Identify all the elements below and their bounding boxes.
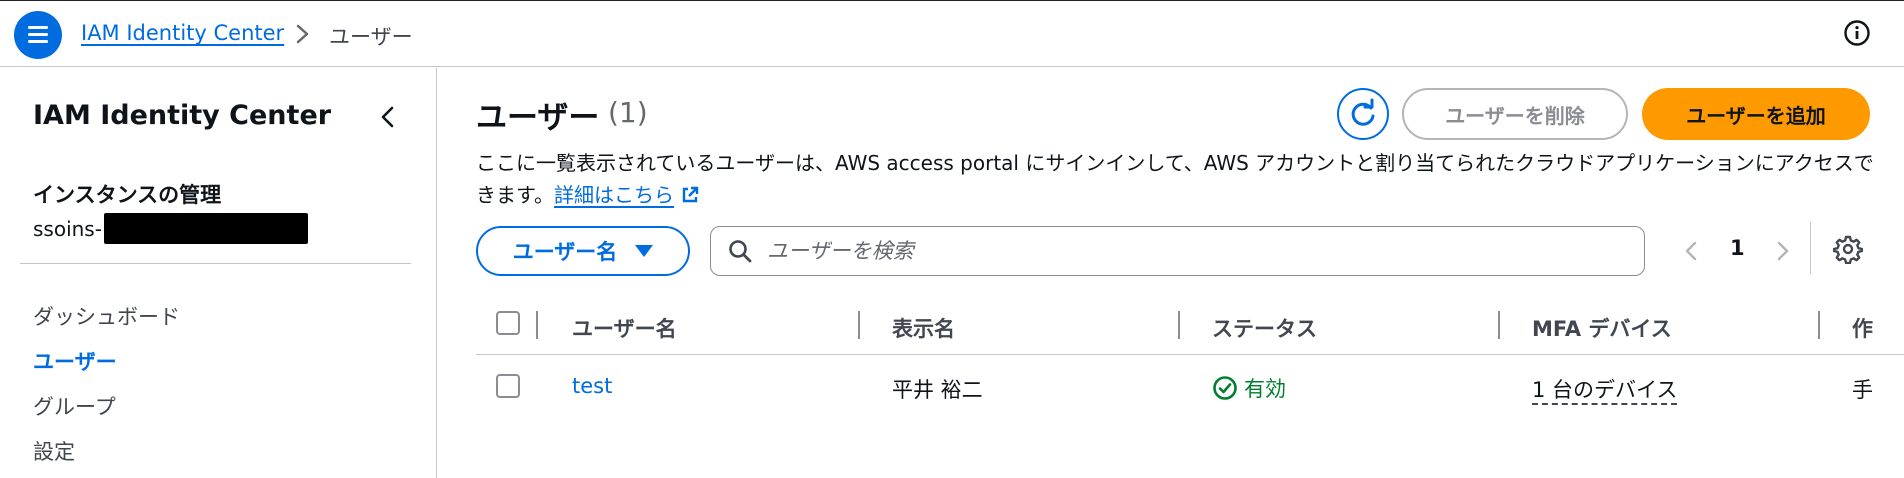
username-link[interactable]: test — [572, 374, 612, 398]
column-resizer[interactable] — [1178, 311, 1180, 339]
column-header-mfa-devices[interactable]: MFA デバイス — [1532, 313, 1672, 343]
refresh-button[interactable] — [1337, 88, 1389, 140]
sidebar-item-settings[interactable]: 設定 — [33, 436, 75, 466]
column-resizer[interactable] — [1818, 311, 1820, 339]
learn-more-link[interactable]: 詳細はこちら — [554, 183, 674, 207]
sidebar-title: IAM Identity Center — [33, 100, 332, 131]
breadcrumb-current: ユーザー — [329, 25, 413, 49]
display-name: 平井 裕二 — [892, 378, 983, 402]
refresh-icon — [1351, 98, 1375, 126]
menu-button[interactable] — [14, 11, 62, 59]
chevron-right-icon — [296, 24, 309, 44]
sidebar-item-groups[interactable]: グループ — [33, 391, 116, 421]
status-text: 有効 — [1244, 377, 1286, 401]
mfa-devices-link[interactable]: 1 台のデバイス — [1532, 378, 1678, 405]
status-badge: 有効 — [1212, 373, 1286, 403]
breadcrumb-iam-identity-center[interactable]: IAM Identity Center — [81, 21, 284, 45]
instance-id-prefix: ssoins- — [33, 216, 102, 241]
created-by: 手 — [1852, 378, 1873, 402]
table-header: ユーザー名 表示名 ステータス MFA デバイス 作 — [476, 305, 1904, 355]
table-row: test 平井 裕二 有効 1 台のデバイス 手 — [476, 356, 1904, 416]
column-header-created[interactable]: 作 — [1852, 313, 1873, 343]
sidebar: IAM Identity Center インスタンスの管理 ssoins- ダッ… — [0, 68, 437, 478]
search-icon — [729, 240, 752, 263]
page-title: ユーザー — [476, 100, 600, 136]
top-navigation-bar: IAM Identity Center ユーザー — [0, 0, 1904, 67]
chevron-left-icon[interactable] — [375, 102, 401, 132]
sidebar-item-dashboard[interactable]: ダッシュボード — [33, 301, 180, 331]
caret-down-icon — [635, 245, 654, 257]
page-description: ここに一覧表示されているユーザーは、AWS access portal にサイン… — [476, 147, 1876, 211]
pager-divider — [1810, 222, 1811, 274]
instance-heading: インスタンスの管理 — [33, 183, 222, 207]
user-count: (1) — [608, 96, 648, 129]
next-page-icon[interactable] — [1772, 236, 1794, 266]
redacted-block — [103, 213, 308, 244]
column-resizer[interactable] — [1498, 311, 1500, 339]
filter-label: ユーザー名 — [512, 240, 618, 264]
mfa-devices[interactable]: 1 台のデバイス — [1532, 374, 1678, 405]
sidebar-divider — [20, 263, 411, 264]
column-header-status[interactable]: ステータス — [1212, 313, 1317, 343]
sidebar-item-users[interactable]: ユーザー — [33, 346, 117, 376]
gear-icon[interactable] — [1833, 234, 1863, 264]
delete-user-button[interactable]: ユーザーを削除 — [1402, 88, 1628, 140]
check-circle-icon — [1213, 376, 1237, 400]
previous-page-icon[interactable] — [1680, 236, 1702, 266]
column-header-username[interactable]: ユーザー名 — [572, 313, 677, 343]
instance-id: ssoins- — [33, 213, 308, 244]
search-input[interactable] — [767, 239, 1644, 263]
add-user-button[interactable]: ユーザーを追加 — [1642, 88, 1870, 140]
column-header-display-name[interactable]: 表示名 — [892, 313, 955, 343]
hamburger-icon — [28, 26, 48, 29]
info-icon[interactable] — [1843, 19, 1871, 47]
page-number[interactable]: 1 — [1730, 236, 1745, 260]
search-field[interactable] — [710, 226, 1645, 276]
external-link-icon — [682, 186, 699, 203]
row-checkbox[interactable] — [496, 374, 520, 398]
column-resizer[interactable] — [858, 311, 860, 339]
property-filter-dropdown[interactable]: ユーザー名 — [476, 226, 690, 276]
select-all-checkbox[interactable] — [496, 311, 520, 335]
